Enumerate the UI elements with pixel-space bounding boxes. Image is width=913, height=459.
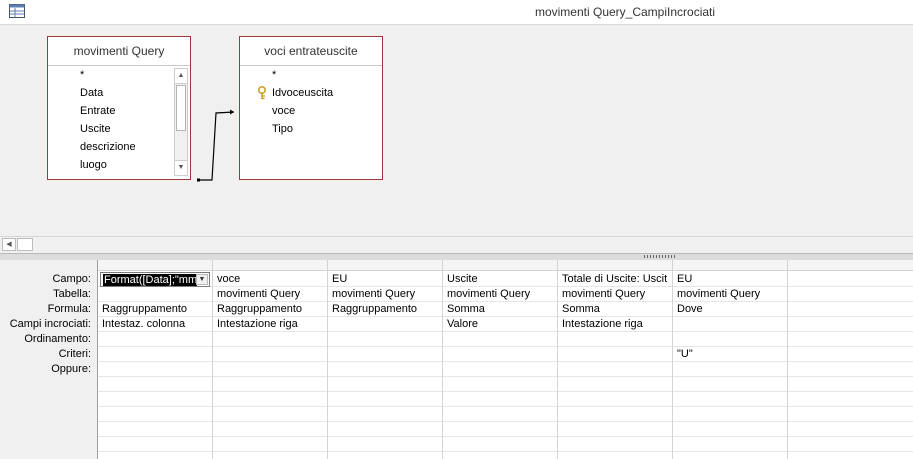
field-item[interactable]: descrizione — [48, 138, 190, 156]
oppure-cell[interactable] — [98, 362, 213, 377]
oppure-cell[interactable] — [673, 362, 788, 377]
ordinamento-cell[interactable] — [328, 332, 443, 347]
scroll-up-icon[interactable]: ▲ — [175, 69, 187, 84]
formula-cell[interactable]: Dove — [673, 302, 788, 317]
row-labels: Campo: Tabella: Formula: Campi incrociat… — [0, 260, 97, 459]
scroll-thumb[interactable] — [17, 238, 33, 251]
field-item[interactable]: Entrate — [48, 102, 190, 120]
ordinamento-cell[interactable] — [558, 332, 673, 347]
row-label-oppure: Oppure: — [51, 363, 91, 375]
formula-cell[interactable]: Raggruppamento — [213, 302, 328, 317]
oppure-cell[interactable] — [213, 362, 328, 377]
scroll-thumb[interactable] — [176, 85, 186, 131]
criteri-cell[interactable] — [443, 347, 558, 362]
grid-column[interactable]: Totale di Uscite: Uscit movimenti Query … — [558, 260, 673, 459]
window-title: movimenti Query_CampiIncrociati — [534, 5, 716, 19]
row-label-tabella: Tabella: — [53, 288, 91, 300]
campo-combo[interactable]: Format([Data];"mmm ▼ — [100, 272, 210, 287]
row-label-criteri: Criteri: — [58, 348, 91, 360]
campi-incrociati-cell[interactable]: Valore — [443, 317, 558, 332]
field-list-title[interactable]: movimenti Query — [48, 37, 190, 66]
oppure-cell[interactable] — [443, 362, 558, 377]
oppure-cell[interactable] — [328, 362, 443, 377]
campo-cell[interactable]: Totale di Uscite: Uscit — [558, 272, 673, 287]
scroll-down-icon[interactable]: ▼ — [175, 160, 187, 175]
row-label-campi-incrociati: Campi incrociati: — [9, 318, 91, 330]
field-item[interactable]: luogo — [48, 156, 190, 174]
campi-incrociati-cell[interactable]: Intestaz. colonna — [98, 317, 213, 332]
ordinamento-cell[interactable] — [213, 332, 328, 347]
criteri-cell[interactable] — [213, 347, 328, 362]
campo-cell[interactable]: EU — [328, 272, 443, 287]
tabella-cell[interactable]: movimenti Query — [443, 287, 558, 302]
criteri-cell[interactable] — [328, 347, 443, 362]
ordinamento-cell[interactable] — [98, 332, 213, 347]
field-list: * Idvoceuscita voce Tipo — [240, 66, 382, 179]
tabella-cell[interactable]: movimenti Query — [328, 287, 443, 302]
grid-column[interactable]: EU movimenti Query Raggruppamento — [328, 260, 443, 459]
campo-cell[interactable]: EU — [673, 272, 788, 287]
field-item[interactable]: Tipo — [240, 120, 382, 138]
field-item-label: Idvoceuscita — [272, 87, 334, 99]
campi-incrociati-cell[interactable] — [328, 317, 443, 332]
field-item[interactable]: voce — [240, 102, 382, 120]
design-grid[interactable]: Format([Data];"mmm ▼ Raggruppamento Inte… — [97, 260, 913, 459]
oppure-cell[interactable] — [558, 362, 673, 377]
field-list-voci-entrateuscite[interactable]: voci entrateuscite * Idvoceuscita voce T… — [239, 36, 383, 180]
field-item[interactable]: * — [240, 66, 382, 84]
campo-cell[interactable]: Uscite — [443, 272, 558, 287]
field-item[interactable]: Uscite — [48, 120, 190, 138]
criteri-cell[interactable]: "U" — [673, 347, 788, 362]
table-pane[interactable]: movimenti Query * Data Entrate Uscite de… — [0, 25, 913, 235]
grid-column[interactable]: Uscite movimenti Query Somma Valore — [443, 260, 558, 459]
row-label-ordinamento: Ordinamento: — [24, 333, 91, 345]
row-label-formula: Formula: — [47, 303, 91, 315]
campi-incrociati-cell[interactable]: Intestazione riga — [213, 317, 328, 332]
field-list: * Data Entrate Uscite descrizione luogo — [48, 66, 190, 179]
tabella-cell[interactable]: movimenti Query — [558, 287, 673, 302]
field-item[interactable]: * — [48, 66, 190, 84]
grid-column[interactable]: voce movimenti Query Raggruppamento Inte… — [213, 260, 328, 459]
formula-cell[interactable]: Raggruppamento — [98, 302, 213, 317]
grid-column-empty[interactable] — [788, 260, 913, 459]
field-item-key[interactable]: Idvoceuscita — [240, 84, 382, 102]
formula-cell[interactable]: Somma — [558, 302, 673, 317]
tabella-cell[interactable] — [98, 287, 213, 302]
horizontal-scrollbar[interactable]: ◀ — [0, 236, 913, 253]
row-label-campo: Campo: — [52, 273, 91, 285]
field-list-title[interactable]: voci entrateuscite — [240, 37, 382, 66]
design-grid-area: Campo: Tabella: Formula: Campi incrociat… — [0, 260, 913, 459]
criteri-cell[interactable] — [558, 347, 673, 362]
formula-cell[interactable]: Raggruppamento — [328, 302, 443, 317]
tabella-cell[interactable]: movimenti Query — [213, 287, 328, 302]
grid-column[interactable]: EU movimenti Query Dove "U" — [673, 260, 788, 459]
criteri-cell[interactable] — [98, 347, 213, 362]
campi-incrociati-cell[interactable] — [673, 317, 788, 332]
ordinamento-cell[interactable] — [443, 332, 558, 347]
scroll-left-icon[interactable]: ◀ — [2, 238, 16, 251]
field-list-movimenti-query[interactable]: movimenti Query * Data Entrate Uscite de… — [47, 36, 191, 180]
campo-input[interactable]: Format([Data];"mmm — [103, 274, 197, 286]
tabella-cell[interactable]: movimenti Query — [673, 287, 788, 302]
formula-cell[interactable]: Somma — [443, 302, 558, 317]
campi-incrociati-cell[interactable]: Intestazione riga — [558, 317, 673, 332]
grid-column[interactable]: Format([Data];"mmm ▼ Raggruppamento Inte… — [98, 260, 213, 459]
primary-key-icon — [258, 86, 266, 100]
ordinamento-cell[interactable] — [673, 332, 788, 347]
title-bar: movimenti Query_CampiIncrociati — [0, 0, 913, 25]
field-item[interactable]: Data — [48, 84, 190, 102]
splitter-grip-icon[interactable] — [644, 255, 676, 258]
chevron-down-icon[interactable]: ▼ — [196, 274, 208, 285]
vertical-scrollbar[interactable]: ▲ ▼ — [174, 68, 188, 176]
campo-cell[interactable]: voce — [213, 272, 328, 287]
